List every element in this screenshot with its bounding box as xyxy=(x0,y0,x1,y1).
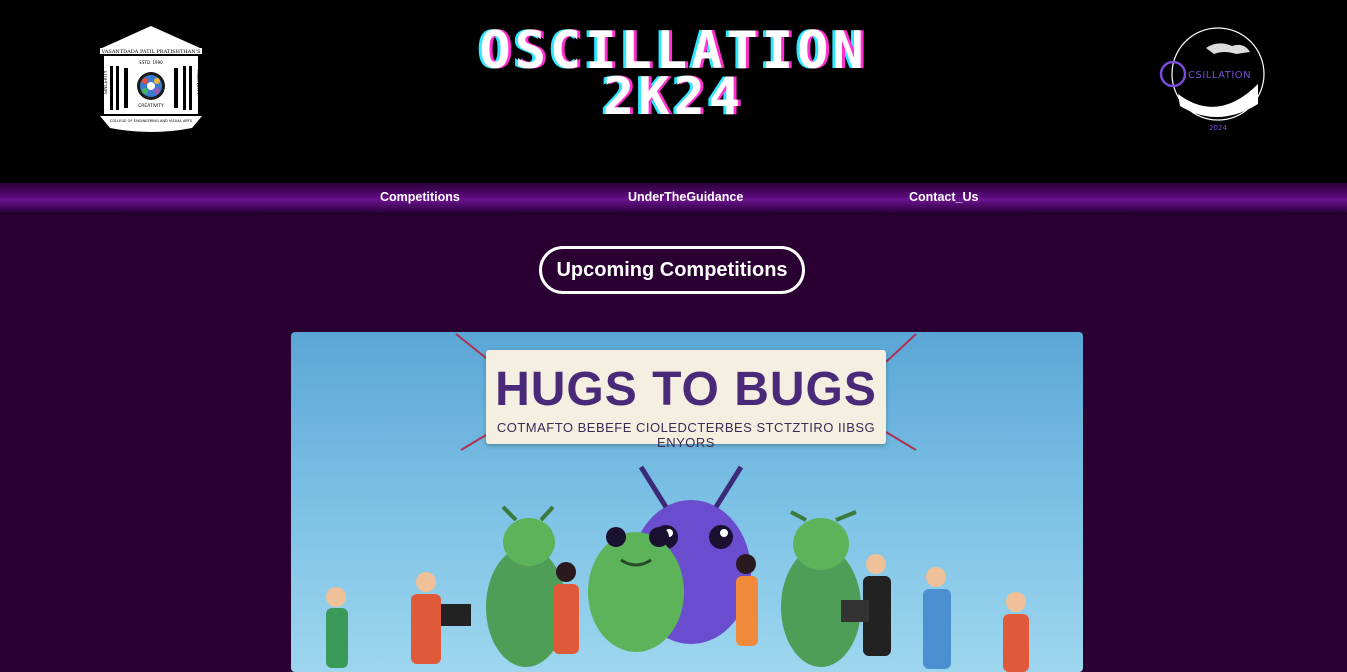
site-title: OSCILLATION 2K24 xyxy=(0,25,1347,127)
poster-banner: HUGS TO BUGS COTMAFTO BEBEFE CIOLEDCTERB… xyxy=(486,350,886,450)
site-title-line2: 2K24 xyxy=(602,67,745,127)
nav-competitions[interactable]: Competitions xyxy=(380,190,460,204)
event-logo[interactable]: CSILLATION 2024 xyxy=(1158,24,1270,136)
nav-under-the-guidance[interactable]: UnderTheGuidance xyxy=(628,190,743,204)
site-header: VASANTDADA PATIL PRATISHTHAN'S ESTD. 199… xyxy=(0,0,1347,183)
poster-banner-title: HUGS TO BUGS xyxy=(495,363,877,416)
main-nav: Competitions UnderTheGuidance Contact_Us xyxy=(0,183,1347,214)
event-logo-wordmark: CSILLATION xyxy=(1188,70,1251,81)
competition-poster[interactable]: HUGS TO BUGS COTMAFTO BEBEFE CIOLEDCTERB… xyxy=(291,332,1083,672)
upcoming-competitions-heading: Upcoming Competitions xyxy=(539,246,805,294)
poster-banner-subtitle: COTMAFTO BEBEFE CIOLEDCTERBES STCTZTIRO … xyxy=(496,420,876,450)
event-logo-year: 2024 xyxy=(1209,124,1227,132)
nav-contact-us[interactable]: Contact_Us xyxy=(909,190,978,204)
